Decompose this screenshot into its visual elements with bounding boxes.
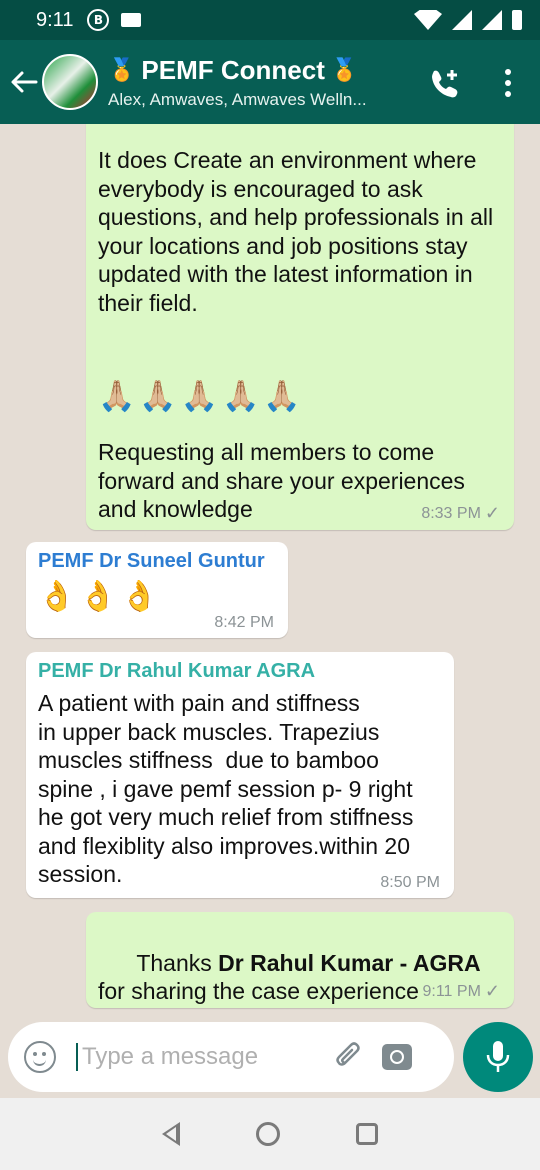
sent-check-icon: ✓ [484,981,500,1001]
message-text: A patient with pain and stiffness in upp… [38,690,414,887]
message-bubble-outgoing[interactable]: Thanks Dr Rahul Kumar - AGRA for sharing… [86,912,514,1008]
message-time: 8:50 PM [380,874,440,891]
nav-back-icon[interactable] [162,1122,180,1146]
chat-title: PEMF Connect [141,54,325,85]
chat-header: 🏅 PEMF Connect 🏅 Alex, Amwaves, Amwaves … [0,40,540,124]
paperclip-icon[interactable] [332,1040,366,1074]
group-avatar[interactable] [42,54,98,110]
message-bubble-incoming[interactable]: PEMF Dr Rahul Kumar AGRA A patient with … [26,652,454,898]
message-time: 8:33 PM [421,504,481,522]
message-text-prefix: Thanks [136,949,219,976]
emoji-line: 👌👌👌 [38,580,163,613]
system-nav-bar [0,1098,540,1170]
notification-badge-icon: B [87,9,110,31]
mentioned-name: Dr Rahul Kumar - AGRA [218,949,481,976]
message-bubble-outgoing[interactable]: It does Create an environment where ever… [86,124,514,530]
message-text: Thanks Dr Rahul Kumar - AGRA for sharing… [98,920,502,1020]
chat-participants: Alex, Amwaves, Amwaves Welln... [108,89,367,109]
message-meta: 9:11 PM ✓ [423,981,501,1002]
message-meta: 8:42 PM [214,614,274,632]
add-call-icon[interactable] [428,66,462,100]
more-vert-icon[interactable] [498,66,518,100]
nav-recents-icon[interactable] [356,1123,378,1145]
message-meta: 8:33 PM ✓ [421,503,500,524]
mail-icon [121,13,142,27]
message-meta: 8:50 PM [380,874,440,892]
camera-icon[interactable] [382,1044,412,1070]
emoji-line: 🙏🏼🙏🏼🙏🏼🙏🏼🙏🏼 [98,380,305,413]
status-icons [414,10,522,30]
status-time: 9:11 [36,8,74,31]
medal-icon: 🏅 [108,57,136,83]
message-input[interactable] [76,1043,326,1071]
chat-title-block[interactable]: 🏅 PEMF Connect 🏅 Alex, Amwaves, Amwaves … [108,55,418,110]
sender-name[interactable]: PEMF Dr Suneel Guntur [38,550,276,573]
wifi-icon [414,10,442,30]
message-list[interactable]: It does Create an environment where ever… [0,124,540,1020]
mic-icon[interactable] [463,1022,533,1092]
signal-icon-2 [482,10,502,30]
status-bar: 9:11 B [0,0,540,40]
signal-icon [452,10,472,30]
message-time: 9:11 PM [422,982,481,1000]
message-text: It does Create an environment where ever… [98,147,500,316]
nav-home-icon[interactable] [256,1122,280,1146]
battery-icon [512,10,522,30]
back-arrow-icon[interactable] [8,66,40,98]
smiley-icon[interactable] [24,1041,56,1073]
compose-bar [8,1022,454,1092]
sender-name[interactable]: PEMF Dr Rahul Kumar AGRA [38,660,442,683]
medal-icon-right: 🏅 [330,57,359,83]
message-bubble-incoming[interactable]: PEMF Dr Suneel Guntur 👌👌👌 8:42 PM [26,542,288,638]
sent-check-icon: ✓ [484,503,500,523]
message-time: 8:42 PM [214,614,274,631]
